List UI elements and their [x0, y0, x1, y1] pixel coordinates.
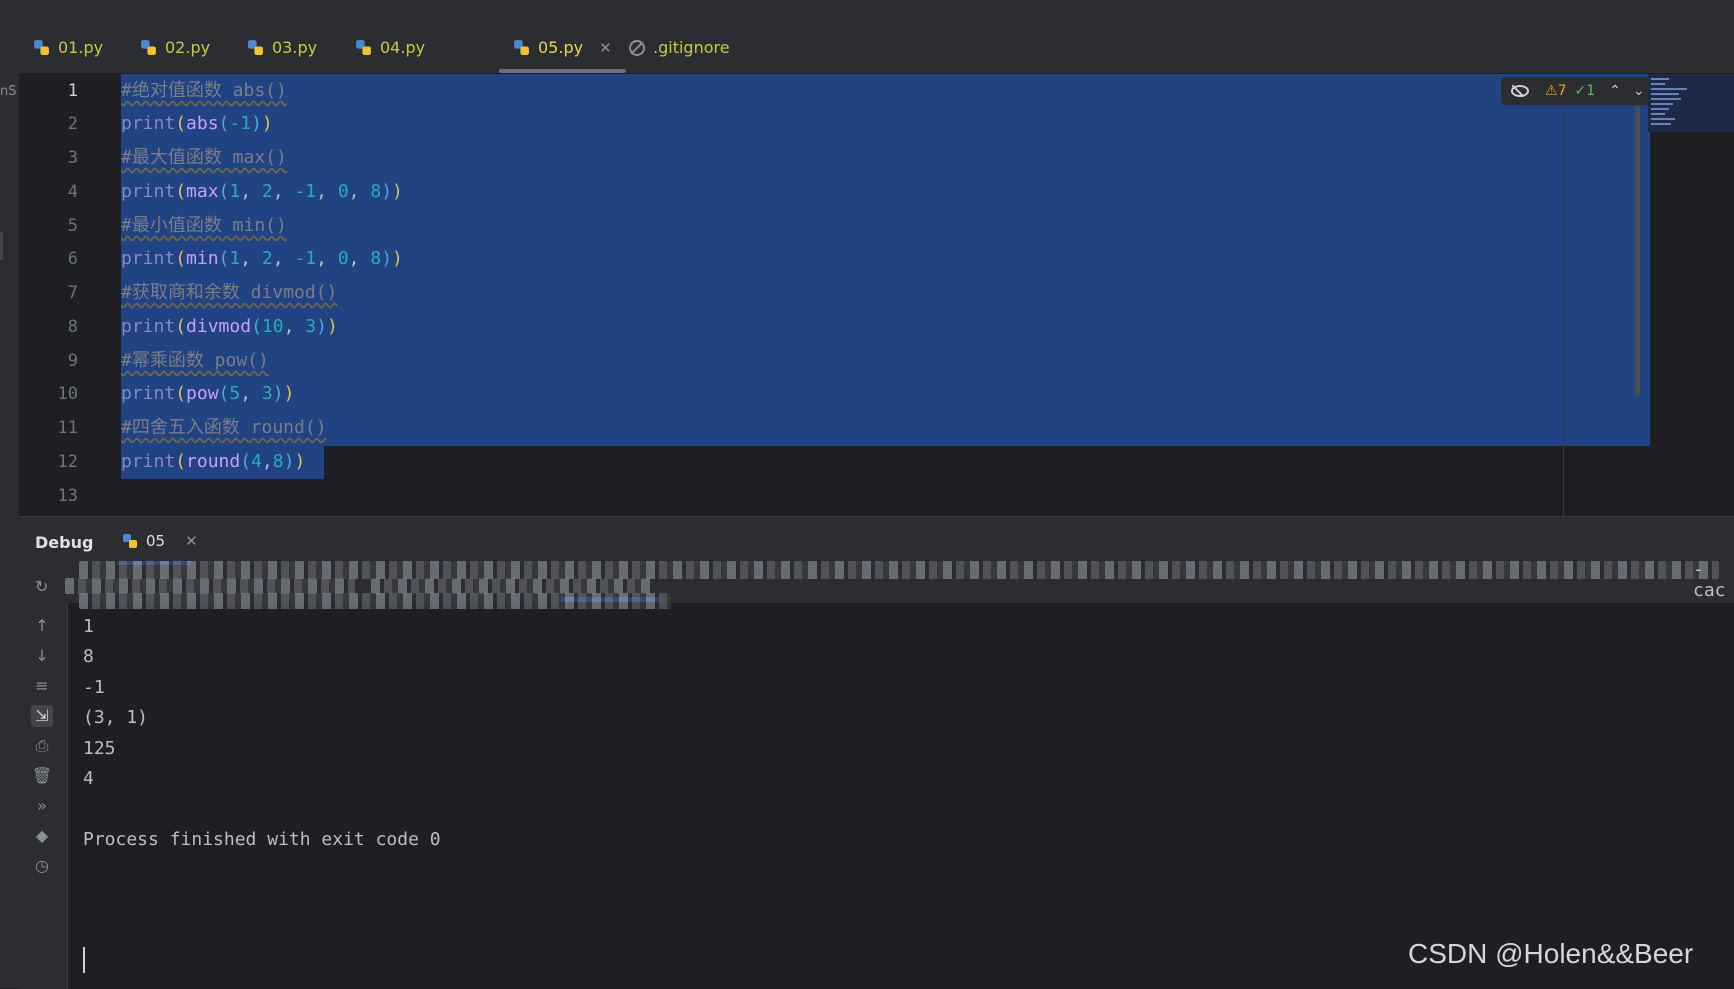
close-icon[interactable]: ✕: [185, 532, 198, 550]
tab-05-py[interactable]: 05.py ✕: [499, 22, 626, 73]
right-margin-guide: [1563, 74, 1564, 516]
line-number: 5: [67, 216, 78, 236]
code-line: print(min(1, 2, -1, 0, 8)): [121, 248, 403, 269]
console-line: 4: [83, 768, 94, 789]
code-line: print(abs(-1)): [121, 113, 273, 134]
console-line: 8: [83, 646, 94, 667]
watermark: CSDN @Holen&&Beer: [1408, 938, 1694, 969]
tab-label: 01.py: [58, 38, 104, 57]
inspection-widget[interactable]: ⚠7 ✓1 ⌃ ⌄: [1501, 77, 1666, 105]
line-number-gutter: 1 2 3 4 5 6 7 8 9 10 11 12 13: [19, 74, 118, 516]
console-line: Process finished with exit code 0: [83, 829, 441, 850]
tab-label: .gitignore: [653, 38, 730, 57]
line-number: 4: [67, 182, 78, 202]
line-number: 9: [67, 351, 78, 371]
code-line: #最小值函数 min(): [121, 215, 287, 236]
scroll-down-icon[interactable]: ↓: [31, 645, 53, 667]
project-panel-fragment: nS: [0, 84, 17, 99]
python-file-icon: [123, 534, 137, 548]
line-number: 13: [57, 486, 78, 506]
line-number: 6: [67, 249, 78, 269]
print-icon[interactable]: ⎙: [31, 735, 53, 757]
weak-warning-count[interactable]: ✓1: [1574, 83, 1595, 99]
blurred-command-line-2: [79, 593, 671, 609]
line-number: 8: [67, 317, 78, 337]
command-tail: -cac: [1693, 559, 1726, 601]
tab-02-py[interactable]: 02.py: [140, 22, 210, 73]
tab-01-py[interactable]: 01.py: [33, 22, 103, 73]
code-line: #幂乘函数 pow(): [121, 350, 269, 371]
code-line: #四舍五入函数 round(): [121, 417, 327, 438]
line-number: 7: [67, 283, 78, 303]
scroll-up-icon[interactable]: ↑: [31, 615, 53, 637]
window-title-bar: [0, 0, 1734, 23]
warning-count[interactable]: ⚠7: [1545, 83, 1566, 99]
scroll-to-end-icon[interactable]: ⇲: [31, 705, 53, 727]
line-number: 10: [57, 384, 78, 404]
python-file-icon: [34, 40, 49, 55]
next-highlight-icon[interactable]: ⌄: [1633, 83, 1645, 99]
code-minimap[interactable]: [1648, 74, 1734, 132]
reader-mode-icon[interactable]: [1511, 85, 1529, 97]
tab-label: 03.py: [272, 38, 318, 57]
code-line: print(divmod(10, 3)): [121, 316, 338, 337]
code-line: #获取商和余数 divmod(): [121, 282, 338, 303]
previous-highlight-icon[interactable]: ⌃: [1609, 83, 1621, 99]
blurred-toolbar: [65, 578, 355, 594]
debug-session-tab[interactable]: 05 ✕: [122, 532, 198, 550]
debug-title: Debug: [35, 533, 94, 552]
code-line: print(round(4,8)): [121, 451, 306, 472]
ignored-file-icon: [629, 39, 645, 56]
python-file-icon: [356, 40, 371, 55]
text-cursor: [83, 947, 85, 973]
session-label: 05: [146, 532, 166, 550]
console-line: 125: [83, 738, 116, 759]
python-file-icon: [514, 40, 529, 55]
strip-marker: [0, 232, 3, 260]
more-icon[interactable]: »: [31, 795, 53, 817]
code-line: #绝对值函数 abs(): [121, 80, 287, 101]
code-line: print(pow(5, 3)): [121, 383, 295, 404]
python-file-icon: [141, 40, 156, 55]
editor-tab-bar: 01.py 02.py 03.py 04.py 05.py ✕ .gitigno…: [19, 22, 1734, 74]
python-console-icon[interactable]: ◆: [31, 825, 53, 847]
soft-wrap-icon[interactable]: ≡: [31, 675, 53, 697]
close-icon[interactable]: ✕: [599, 39, 612, 57]
tab-04-py[interactable]: 04.py: [355, 22, 425, 73]
code-line: #最大值函数 max(): [121, 147, 287, 168]
debug-tool-window: Debug 05 ✕ ↻ ↑ ↓ ≡ ⇲ ⎙ 🗑 » ◆ ◷ -cac 1 8 -1…: [19, 516, 1734, 989]
line-number: 12: [57, 452, 78, 472]
line-number: 1: [67, 81, 78, 101]
tab-gitignore[interactable]: .gitignore: [629, 22, 730, 73]
tab-label: 05.py: [538, 38, 584, 57]
code-editor[interactable]: 1 2 3 4 5 6 7 8 9 10 11 12 13 #绝对值函数 abs…: [19, 74, 1734, 516]
blurred-command-line: [79, 561, 1719, 579]
tab-label: 02.py: [165, 38, 211, 57]
line-number: 11: [57, 418, 78, 438]
console-line: -1: [83, 677, 105, 698]
history-icon[interactable]: ◷: [31, 855, 53, 877]
console-line: (3, 1): [83, 707, 149, 728]
code-line: print(max(1, 2, -1, 0, 8)): [121, 181, 403, 202]
line-number: 3: [67, 148, 78, 168]
clear-all-icon[interactable]: 🗑: [31, 765, 53, 787]
tab-label: 04.py: [380, 38, 426, 57]
line-number: 2: [67, 114, 78, 134]
python-file-icon: [248, 40, 263, 55]
editor-scrollbar[interactable]: [1635, 106, 1640, 396]
console-line: 1: [83, 616, 94, 637]
debug-side-toolbar: ↑ ↓ ≡ ⇲ ⎙ 🗑 » ◆ ◷: [19, 603, 68, 989]
tab-03-py[interactable]: 03.py: [247, 22, 317, 73]
left-tool-strip: nS: [0, 22, 20, 988]
rerun-icon[interactable]: ↻: [35, 577, 48, 596]
blurred-toolbar: [371, 578, 653, 594]
